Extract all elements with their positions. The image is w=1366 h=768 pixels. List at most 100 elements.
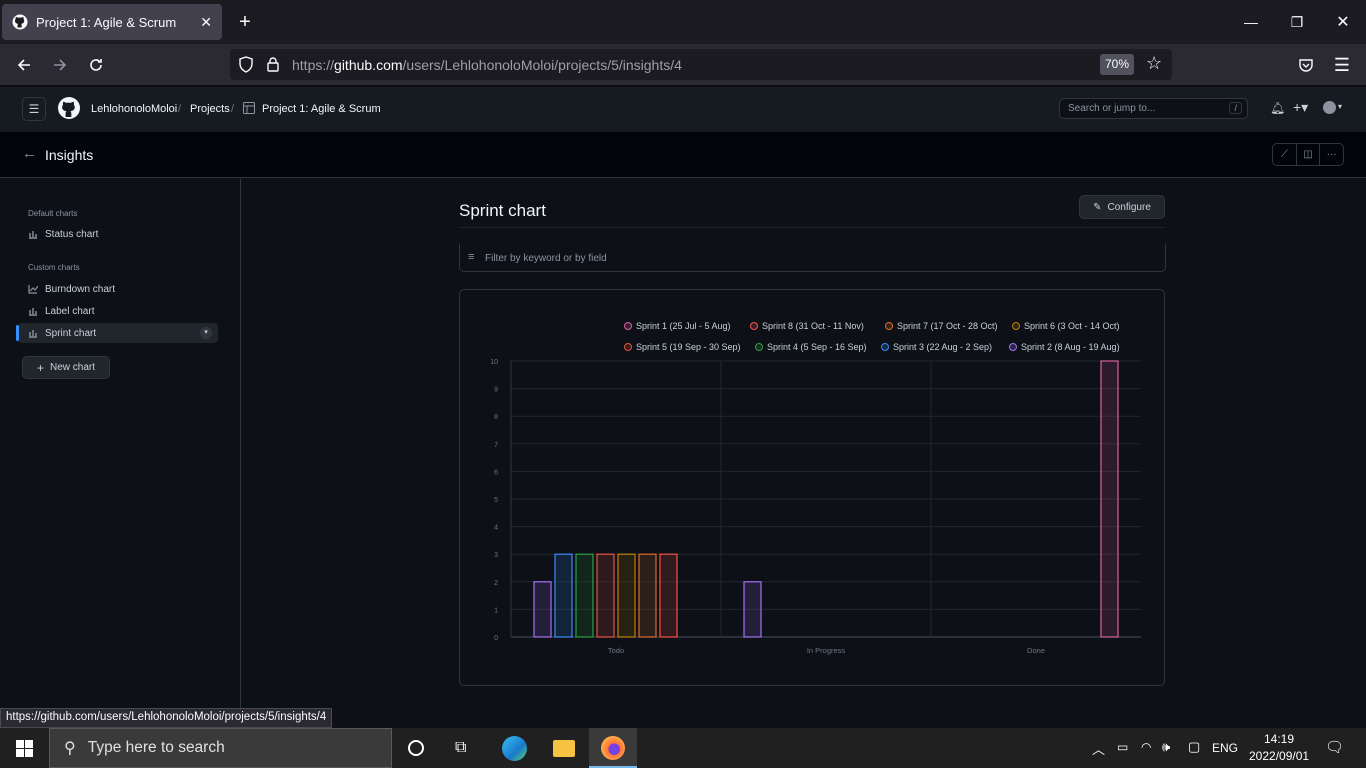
back-arrow-icon[interactable]: ← [22, 145, 37, 162]
search-input[interactable]: Search or jump to... / [1059, 98, 1248, 119]
chart-title: Sprint chart [459, 201, 546, 220]
sidebar-item-label: Sprint chart [45, 327, 97, 339]
firefox-taskbar-button[interactable] [589, 728, 637, 768]
battery-icon[interactable]: ▭ [1117, 740, 1128, 754]
notifications-icon[interactable]: 🗨︎ [1325, 738, 1344, 756]
bar-chart-icon [29, 231, 37, 239]
new-chart-label: New chart [50, 362, 96, 373]
sidebar-item-sprint-chart[interactable]: Sprint chart ▾ [16, 323, 218, 343]
sidebar-item-status-chart[interactable]: Status chart [18, 224, 218, 244]
line-chart-icon[interactable]: ⟋ [1273, 144, 1297, 165]
bar-chart-icon [29, 330, 37, 338]
configure-button[interactable]: ✎ Configure [1079, 195, 1165, 219]
search-shortcut-key: / [1229, 102, 1242, 114]
task-view-icon[interactable]: ⧉ [455, 739, 466, 757]
avatar[interactable] [1323, 101, 1336, 114]
configure-label: Configure [1107, 201, 1151, 213]
show-hidden-icons[interactable]: ︿ [1092, 739, 1105, 758]
chart-container: Sprint 1 (25 Jul - 5 Aug) Sprint 8 (31 Oc… [459, 289, 1165, 686]
minimize-icon[interactable]: — [1236, 8, 1266, 36]
meet-now-icon[interactable]: ▢ [1188, 739, 1200, 755]
y-tick-label: 6 [494, 469, 498, 476]
back-icon[interactable] [10, 51, 38, 79]
url-text[interactable]: https://github.com/users/LehlohonoloMolo… [292, 57, 682, 73]
search-icon: ⚲ [64, 740, 76, 757]
sidebar-item-label: Label chart [45, 305, 95, 317]
x-tick-label: In Progress [807, 646, 846, 655]
restore-icon[interactable]: ❐ [1282, 8, 1312, 36]
x-tick-label: Todo [608, 646, 624, 655]
github-header: ☰ LehlohonoloMoloi / Projects / Project … [0, 87, 1366, 132]
clock-time[interactable]: 14:19 [1264, 732, 1294, 746]
edge-icon[interactable] [502, 736, 527, 761]
link-status-bar: https://github.com/users/LehlohonoloMolo… [0, 708, 333, 728]
y-tick-label: 10 [490, 359, 498, 366]
insights-sidebar: Default charts Status chart Custom chart… [0, 179, 241, 709]
zoom-level-badge[interactable]: 70% [1100, 54, 1134, 75]
x-tick-label: Done [1027, 646, 1045, 655]
line-chart-icon [28, 285, 38, 294]
new-tab-icon[interactable]: + [230, 8, 260, 36]
shield-icon[interactable] [238, 56, 254, 73]
chart-view-toolbar: ⟋ ◫ ··· [1272, 143, 1344, 166]
breadcrumb-user[interactable]: LehlohonoloMoloi [91, 103, 177, 115]
title-divider [459, 227, 1165, 228]
firefox-icon [601, 736, 625, 760]
bar [575, 553, 594, 638]
bar [596, 553, 615, 638]
pencil-icon: ✎ [1093, 201, 1102, 213]
bell-icon[interactable]: 🔔︎ [1270, 101, 1285, 115]
browser-tab-strip: Project 1: Agile & Scrum ✕ + — ❐ ✕ [0, 0, 1366, 44]
y-tick-label: 9 [494, 387, 498, 394]
bar [1100, 360, 1119, 638]
sidebar-item-label-chart[interactable]: Label chart [18, 301, 218, 321]
volume-icon[interactable]: 🕪︎ [1162, 739, 1170, 755]
bookmark-star-icon[interactable]: ☆ [1146, 53, 1162, 74]
file-explorer-icon[interactable] [553, 740, 575, 757]
plus-icon[interactable]: +▾ [1293, 99, 1308, 116]
hamburger-menu-button[interactable]: ☰ [22, 97, 46, 121]
clock-date[interactable]: 2022/09/01 [1249, 749, 1309, 763]
breadcrumb-separator: / [178, 103, 182, 115]
menu-icon[interactable]: ☰ [1328, 51, 1356, 79]
y-tick-label: 7 [494, 442, 498, 449]
y-tick-label: 2 [494, 580, 498, 587]
sidebar-item-label: Status chart [45, 228, 99, 240]
active-indicator [16, 325, 19, 341]
url-bar[interactable]: https://github.com/users/LehlohonoloMolo… [230, 49, 1172, 80]
new-chart-button[interactable]: + New chart [22, 356, 110, 379]
close-tab-icon[interactable]: ✕ [200, 14, 212, 31]
forward-icon[interactable] [46, 51, 74, 79]
reload-icon[interactable] [82, 51, 110, 79]
windows-start-icon[interactable] [16, 740, 33, 757]
github-logo-icon[interactable] [58, 97, 80, 119]
bar [743, 581, 762, 638]
more-options-icon[interactable]: ··· [1320, 144, 1343, 165]
language-indicator[interactable]: ENG [1212, 741, 1238, 755]
default-charts-heading: Default charts [28, 209, 78, 218]
github-favicon-icon [12, 14, 28, 30]
taskbar-search-placeholder: Type here to search [87, 739, 225, 756]
layout-icon[interactable]: ◫ [1297, 144, 1321, 165]
page-title: Insights [45, 147, 94, 163]
sidebar-item-burndown-chart[interactable]: Burndown chart [18, 279, 218, 299]
chart-options-icon[interactable]: ▾ [200, 327, 212, 339]
close-window-icon[interactable]: ✕ [1328, 8, 1358, 36]
breadcrumb-projects[interactable]: Projects [190, 103, 230, 115]
browser-tab[interactable]: Project 1: Agile & Scrum ✕ [2, 4, 222, 40]
tab-title: Project 1: Agile & Scrum [36, 14, 177, 30]
filter-icon: ≡ [468, 251, 475, 263]
bar [638, 553, 657, 638]
table-icon [243, 102, 255, 114]
wifi-icon[interactable]: ◠ [1141, 740, 1151, 754]
cortana-icon[interactable] [408, 740, 424, 756]
breadcrumb-project[interactable]: Project 1: Agile & Scrum [262, 103, 381, 115]
breadcrumb-separator: / [231, 103, 235, 115]
lock-icon[interactable] [266, 56, 280, 72]
bar [533, 581, 552, 638]
filter-input[interactable]: ≡ Filter by keyword or by field [459, 244, 1166, 272]
taskbar-search-input[interactable]: ⚲ Type here to search [49, 728, 392, 768]
y-tick-label: 5 [494, 497, 498, 504]
pocket-icon[interactable] [1292, 51, 1320, 79]
chevron-down-icon[interactable]: ▾ [1338, 102, 1342, 111]
